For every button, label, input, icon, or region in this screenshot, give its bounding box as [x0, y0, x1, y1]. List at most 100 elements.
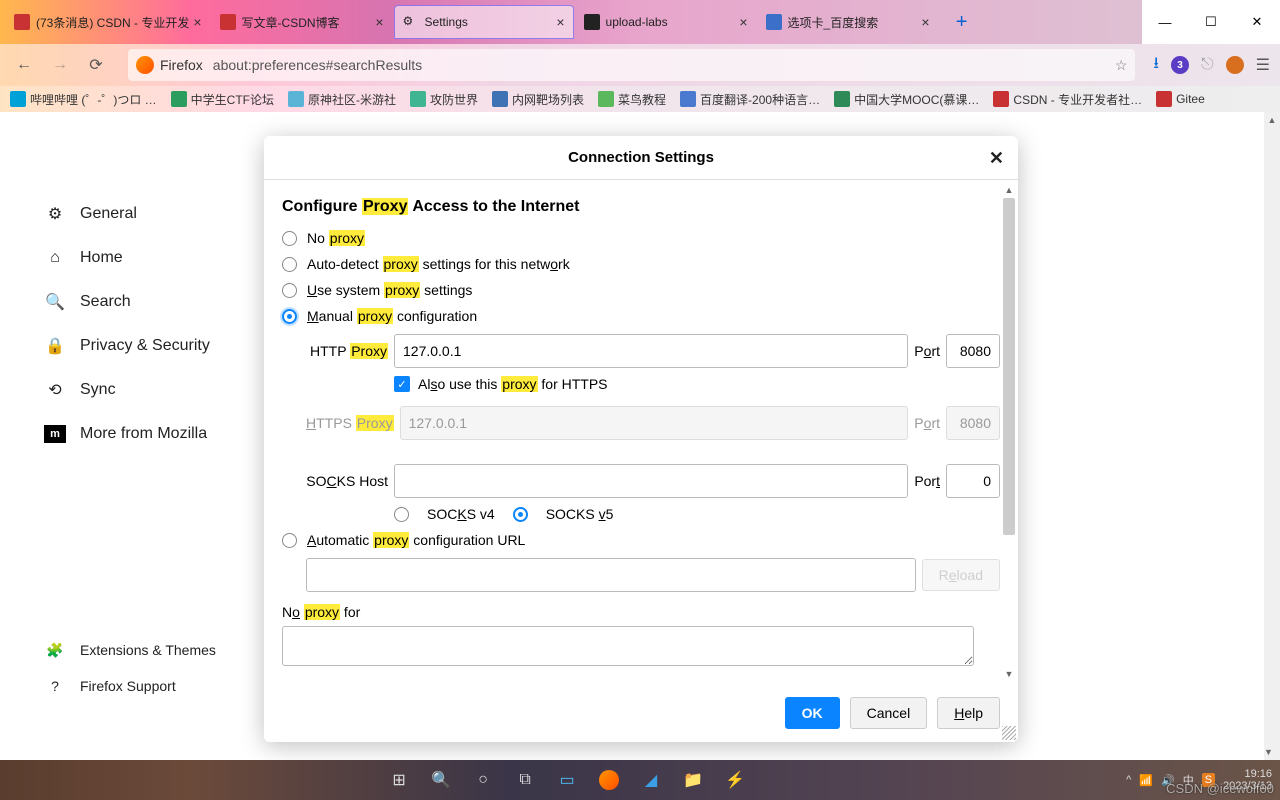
tray-time: 19:16 [1223, 768, 1272, 780]
radio-icon[interactable] [282, 283, 297, 298]
close-button[interactable]: ✕ [1234, 0, 1280, 44]
sidebar-item-search[interactable]: 🔍Search [40, 280, 240, 324]
bookmark-icon [598, 91, 614, 107]
new-tab-button[interactable]: + [948, 8, 976, 36]
bookmark-item[interactable]: CSDN - 专业开发者社… [993, 91, 1142, 108]
sidebar-item-home[interactable]: ⌂Home [40, 236, 240, 280]
container-badge[interactable]: 3 [1171, 56, 1189, 74]
cancel-button[interactable]: Cancel [850, 697, 928, 729]
tab-settings[interactable]: ⚙Settings× [394, 5, 574, 39]
close-icon[interactable]: × [375, 14, 383, 30]
toolbar-icons: ⭳ 3 ⎋ ☰ [1153, 52, 1270, 79]
download-icon[interactable]: ⭳ [1153, 52, 1159, 79]
tab-baidu[interactable]: 选项卡_百度搜索× [758, 5, 938, 39]
radio-icon[interactable] [282, 309, 297, 324]
http-port-input[interactable] [946, 334, 1000, 368]
https-proxy-input [400, 406, 909, 440]
bookmark-label: 菜鸟教程 [618, 91, 666, 108]
sidebar-item-support[interactable]: ?Firefox Support [40, 668, 216, 704]
resize-handle[interactable] [1002, 726, 1016, 740]
bookmark-item[interactable]: 中学生CTF论坛 [171, 91, 274, 108]
bookmark-label: CSDN - 专业开发者社… [1013, 91, 1142, 108]
scroll-down-icon[interactable]: ▼ [1264, 744, 1273, 760]
tray-chevron-icon[interactable]: ^ [1126, 774, 1131, 786]
close-icon[interactable]: × [921, 14, 929, 30]
radio-autodetect[interactable]: Auto-detect proxy settings for this netw… [282, 256, 1000, 272]
radio-icon[interactable] [282, 533, 297, 548]
reload-button[interactable]: ⟳ [82, 51, 110, 79]
maximize-button[interactable]: ☐ [1188, 0, 1234, 44]
http-proxy-input[interactable] [394, 334, 908, 368]
dialog-title: Connection Settings [568, 149, 714, 166]
ok-button[interactable]: OK [785, 697, 840, 729]
extension-icon[interactable]: ⎋ [1201, 56, 1214, 74]
sidebar-item-sync[interactable]: ⟲Sync [40, 368, 240, 412]
socks-port-input[interactable] [946, 464, 1000, 498]
close-icon[interactable]: ✕ [989, 148, 1004, 169]
also-https-row[interactable]: ✓ Also use this proxy for HTTPS [394, 376, 1000, 392]
tab-csdn[interactable]: (73条消息) CSDN - 专业开发× [6, 5, 210, 39]
scroll-down-icon[interactable]: ▼ [1002, 666, 1016, 682]
bookmark-label: 中国大学MOOC(慕课… [854, 91, 979, 108]
bookmark-item[interactable]: 中国大学MOOC(慕课… [834, 91, 979, 108]
sidebar-item-extensions[interactable]: 🧩Extensions & Themes [40, 632, 216, 668]
window-scrollbar[interactable]: ▲ ▼ [1264, 112, 1280, 760]
scroll-thumb[interactable] [1003, 198, 1015, 535]
checkbox-label: Also use this proxy for HTTPS [418, 376, 608, 392]
sidebar-item-general[interactable]: ⚙General [40, 192, 240, 236]
radio-manual-proxy[interactable]: Manual proxy configuration [282, 308, 1000, 324]
app-icon[interactable]: ⚡ [723, 768, 747, 792]
start-icon[interactable]: ⊞ [387, 768, 411, 792]
http-proxy-label: HTTP Proxy [306, 343, 388, 359]
scroll-up-icon[interactable]: ▲ [1264, 112, 1280, 128]
dialog-scrollbar[interactable]: ▲ ▼ [1002, 182, 1016, 682]
tab-upload-labs[interactable]: upload-labs× [576, 5, 756, 39]
sidebar-item-mozilla[interactable]: mMore from Mozilla [40, 412, 240, 456]
url-bar[interactable]: Firefox about:preferences#searchResults … [128, 49, 1135, 81]
lock-icon: 🔒 [44, 335, 66, 357]
close-icon[interactable]: × [739, 14, 747, 30]
radio-socks4[interactable] [394, 507, 409, 522]
tab-csdn-write[interactable]: 写文章-CSDN博客× [212, 5, 392, 39]
explorer-icon[interactable]: 📁 [681, 768, 705, 792]
bookmark-item[interactable]: Gitee [1156, 91, 1205, 107]
bookmark-item[interactable]: 百度翻译-200种语言… [680, 91, 820, 108]
menu-icon[interactable]: ☰ [1256, 55, 1270, 75]
dialog-footer: OK Cancel Help [264, 684, 1018, 742]
vscode-icon[interactable]: ◢ [639, 768, 663, 792]
pac-url-input[interactable] [306, 558, 916, 592]
checkbox-icon[interactable]: ✓ [394, 376, 410, 392]
cortana-icon[interactable]: ○ [471, 768, 495, 792]
bookmark-star-icon[interactable]: ☆ [1115, 57, 1128, 74]
sidebar-item-privacy[interactable]: 🔒Privacy & Security [40, 324, 240, 368]
chat-icon[interactable]: ▭ [555, 768, 579, 792]
forward-button[interactable]: → [46, 51, 74, 79]
close-icon[interactable]: × [193, 14, 201, 30]
radio-system-proxy[interactable]: Use system proxy settings [282, 282, 1000, 298]
firefox-icon[interactable] [597, 768, 621, 792]
reload-button[interactable]: Reload [922, 559, 1000, 591]
bookmark-item[interactable]: 菜鸟教程 [598, 91, 666, 108]
close-icon[interactable]: × [556, 14, 564, 30]
search-icon[interactable]: 🔍 [429, 768, 453, 792]
socks-host-input[interactable] [394, 464, 908, 498]
radio-socks5[interactable] [513, 507, 528, 522]
help-button[interactable]: Help [937, 697, 1000, 729]
no-proxy-textarea[interactable] [282, 626, 974, 666]
sidebar-label: Search [80, 293, 131, 311]
bookmark-item[interactable]: 攻防世界 [410, 91, 478, 108]
back-button[interactable]: ← [10, 51, 38, 79]
radio-icon[interactable] [282, 257, 297, 272]
radio-no-proxy[interactable]: No proxy [282, 230, 1000, 246]
radio-icon[interactable] [282, 231, 297, 246]
network-icon[interactable]: 📶 [1139, 774, 1153, 787]
minimize-button[interactable]: — [1142, 0, 1188, 44]
adblock-icon[interactable] [1226, 56, 1244, 74]
pac-url-row: Reload [306, 558, 1000, 592]
scroll-up-icon[interactable]: ▲ [1002, 182, 1016, 198]
radio-auto-config[interactable]: Automatic proxy configuration URL [282, 532, 1000, 548]
taskview-icon[interactable]: ⧉ [513, 768, 537, 792]
bookmark-item[interactable]: 哔哩哔哩 (゜-゜)つロ … [10, 91, 157, 108]
bookmark-item[interactable]: 原神社区-米游社 [288, 91, 396, 108]
bookmark-item[interactable]: 内网靶场列表 [492, 91, 584, 108]
